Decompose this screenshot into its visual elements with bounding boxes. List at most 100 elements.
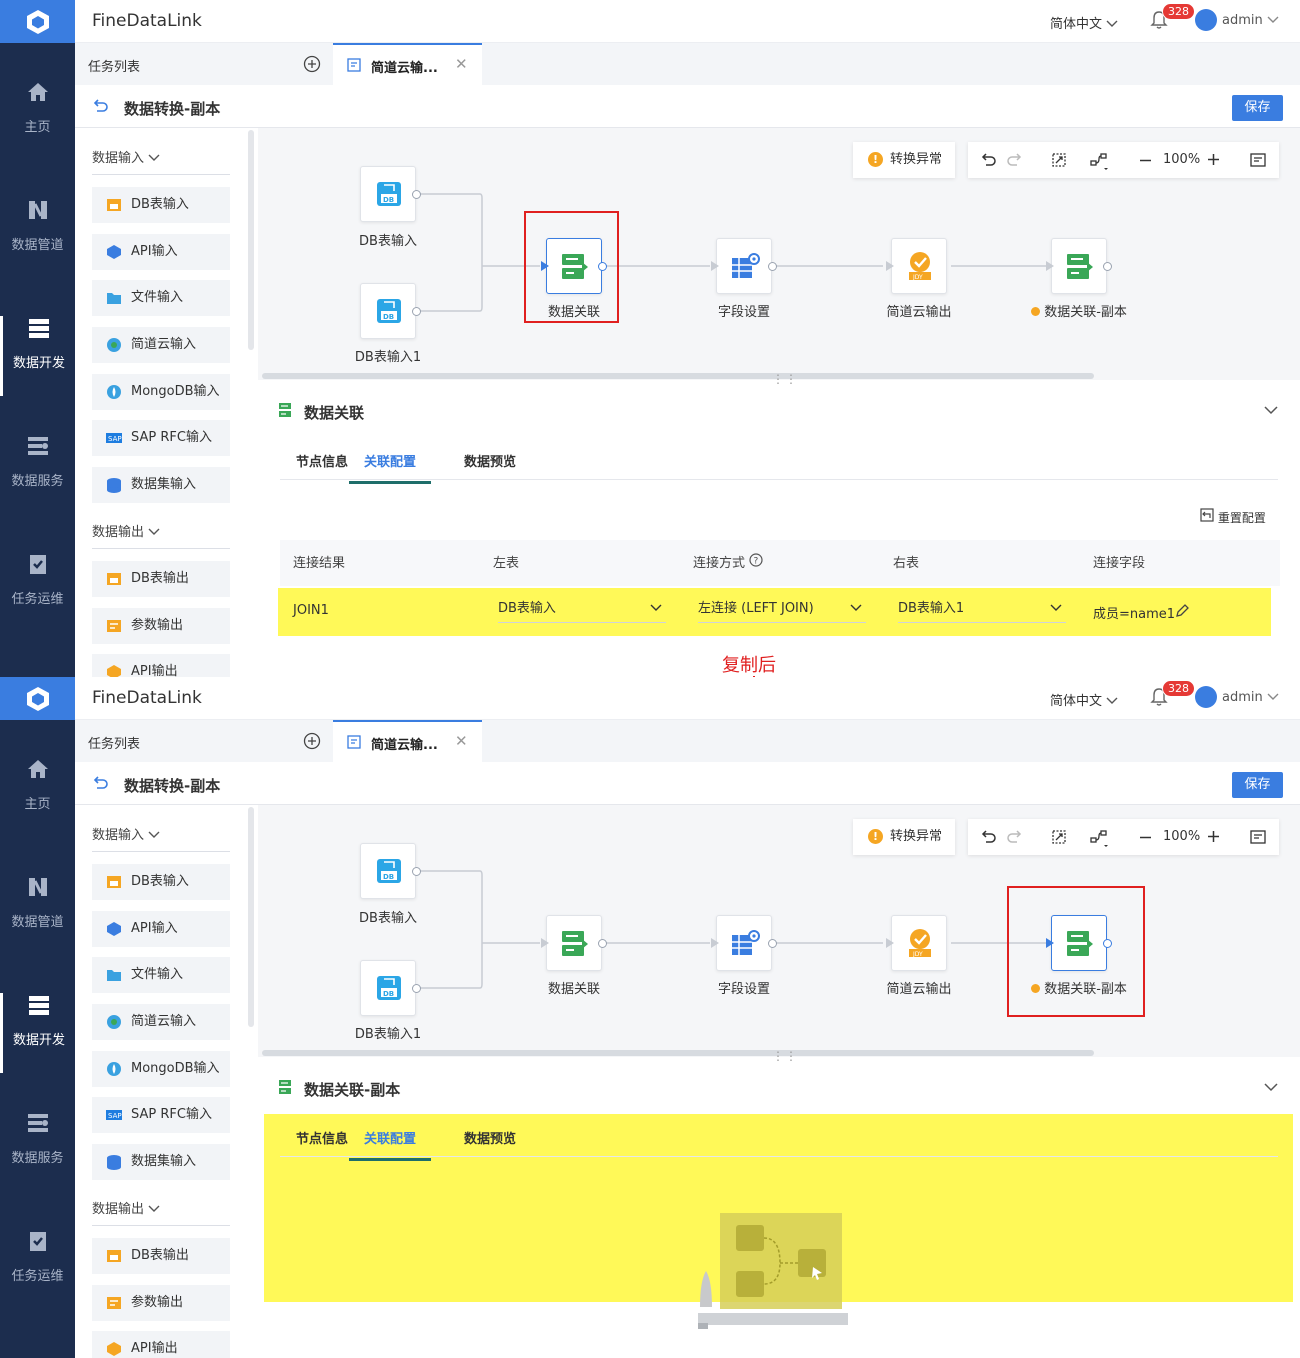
back-icon[interactable] bbox=[93, 775, 109, 791]
nav-item-pipeline[interactable]: 数据管道 bbox=[0, 198, 75, 278]
nav-item-dev[interactable]: 数据开发 bbox=[0, 993, 75, 1073]
comp-mongodb-input[interactable]: MongoDB输入 bbox=[92, 1051, 230, 1087]
node-field-setting[interactable] bbox=[711, 915, 777, 971]
resize-handle[interactable]: ⋮⋮ bbox=[772, 372, 798, 386]
node-jdy-output[interactable]: JDY bbox=[886, 915, 947, 971]
zoom-in-icon[interactable] bbox=[1207, 830, 1220, 843]
node-db-input-1[interactable]: DB bbox=[360, 960, 421, 1016]
chevron-down-icon[interactable] bbox=[1264, 406, 1278, 415]
right-table-select[interactable]: DB表输入1 bbox=[898, 595, 1066, 623]
back-icon[interactable] bbox=[93, 98, 109, 114]
help-icon[interactable]: ? bbox=[749, 553, 763, 567]
redo-icon[interactable] bbox=[1006, 829, 1022, 845]
node-db-input[interactable]: DB bbox=[360, 166, 421, 222]
output-port[interactable] bbox=[768, 939, 777, 948]
nav-item-home[interactable]: 主页 bbox=[0, 80, 75, 160]
sidebar-scrollbar[interactable] bbox=[248, 130, 254, 350]
undo-icon[interactable] bbox=[981, 829, 997, 845]
tab-join-config[interactable]: 关联配置 bbox=[349, 451, 432, 484]
logo[interactable] bbox=[0, 677, 75, 720]
tab-data-preview[interactable]: 数据预览 bbox=[464, 451, 516, 470]
nav-item-dev[interactable]: 数据开发 bbox=[0, 316, 75, 396]
comp-sap-input[interactable]: SAP SAP RFC输入 bbox=[92, 420, 230, 456]
nav-item-home[interactable]: 主页 bbox=[0, 757, 75, 837]
node-join[interactable] bbox=[541, 915, 607, 971]
avatar[interactable] bbox=[1195, 686, 1217, 708]
tab-data-preview[interactable]: 数据预览 bbox=[464, 1128, 516, 1147]
node-db-input[interactable]: DB bbox=[360, 843, 421, 899]
comp-mongodb-input[interactable]: MongoDB输入 bbox=[92, 374, 230, 410]
canvas-scrollbar[interactable] bbox=[262, 373, 1094, 379]
task-list-label[interactable]: 任务列表 bbox=[88, 733, 140, 752]
input-section-title[interactable]: 数据输入 bbox=[92, 824, 160, 843]
logo[interactable] bbox=[0, 0, 75, 43]
comp-param-output[interactable]: 参数输出 bbox=[92, 608, 230, 644]
nav-item-service[interactable]: 数据服务 bbox=[0, 434, 75, 514]
add-tab-icon[interactable] bbox=[303, 732, 321, 750]
comp-api-output[interactable]: API输出 bbox=[92, 654, 230, 677]
tab-join-config[interactable]: 关联配置 bbox=[349, 1128, 432, 1161]
node-field-setting[interactable] bbox=[711, 238, 777, 294]
close-icon[interactable]: ✕ bbox=[455, 55, 468, 73]
minimap-icon[interactable] bbox=[1250, 153, 1266, 167]
redo-icon[interactable] bbox=[1006, 152, 1022, 168]
avatar[interactable] bbox=[1195, 9, 1217, 31]
save-button[interactable]: 保存 bbox=[1232, 95, 1283, 121]
transform-warning-button[interactable]: ! 转换异常 bbox=[853, 142, 955, 178]
output-port[interactable] bbox=[1103, 262, 1112, 271]
language-select[interactable]: 简体中文 bbox=[1050, 690, 1118, 709]
layout-icon[interactable] bbox=[1090, 152, 1110, 172]
comp-db-input[interactable]: DB表输入 bbox=[92, 864, 230, 900]
tab-node-info[interactable]: 节点信息 bbox=[296, 1128, 348, 1147]
zoom-out-icon[interactable] bbox=[1139, 154, 1152, 167]
canvas-scrollbar[interactable] bbox=[262, 1050, 1094, 1056]
resize-handle[interactable]: ⋮⋮ bbox=[772, 1049, 798, 1063]
user-menu[interactable]: admin bbox=[1222, 13, 1279, 28]
comp-file-input[interactable]: 文件输入 bbox=[92, 957, 230, 993]
zoom-out-icon[interactable] bbox=[1139, 831, 1152, 844]
close-icon[interactable]: ✕ bbox=[455, 732, 468, 750]
output-port[interactable] bbox=[768, 262, 777, 271]
output-section-title[interactable]: 数据输出 bbox=[92, 521, 160, 540]
comp-file-input[interactable]: 文件输入 bbox=[92, 280, 230, 316]
chevron-down-icon[interactable] bbox=[1264, 1083, 1278, 1092]
comp-dataset-input[interactable]: 数据集输入 bbox=[92, 1144, 230, 1180]
input-section-title[interactable]: 数据输入 bbox=[92, 147, 160, 166]
node-join-copy[interactable] bbox=[1046, 238, 1112, 294]
comp-api-input[interactable]: API输入 bbox=[92, 911, 230, 947]
user-menu[interactable]: admin bbox=[1222, 690, 1279, 705]
comp-db-output[interactable]: DB表输出 bbox=[92, 1238, 230, 1274]
comp-param-output[interactable]: 参数输出 bbox=[92, 1285, 230, 1321]
output-port[interactable] bbox=[598, 939, 607, 948]
comp-jdy-input[interactable]: 简道云输入 bbox=[92, 327, 230, 363]
tab-active[interactable]: 简道云输... ✕ bbox=[333, 720, 482, 762]
layout-icon[interactable] bbox=[1090, 829, 1110, 849]
output-port[interactable] bbox=[412, 984, 421, 993]
left-table-select[interactable]: DB表输入 bbox=[498, 595, 666, 623]
join-method-select[interactable]: 左连接 (LEFT JOIN) bbox=[698, 595, 866, 623]
output-port[interactable] bbox=[412, 867, 421, 876]
nav-item-ops[interactable]: 任务运维 bbox=[0, 1229, 75, 1309]
comp-sap-input[interactable]: SAP SAP RFC输入 bbox=[92, 1097, 230, 1133]
nav-item-service[interactable]: 数据服务 bbox=[0, 1111, 75, 1191]
nav-item-ops[interactable]: 任务运维 bbox=[0, 552, 75, 632]
sidebar-scrollbar[interactable] bbox=[248, 807, 254, 1027]
minimap-icon[interactable] bbox=[1250, 830, 1266, 844]
task-list-label[interactable]: 任务列表 bbox=[88, 56, 140, 75]
add-tab-icon[interactable] bbox=[303, 55, 321, 73]
language-select[interactable]: 简体中文 bbox=[1050, 13, 1118, 32]
transform-warning-button[interactable]: ! 转换异常 bbox=[853, 819, 955, 855]
comp-db-output[interactable]: DB表输出 bbox=[92, 561, 230, 597]
comp-dataset-input[interactable]: 数据集输入 bbox=[92, 467, 230, 503]
reset-config-button[interactable]: 重置配置 bbox=[1200, 508, 1266, 526]
fit-view-icon[interactable] bbox=[1051, 829, 1067, 845]
undo-icon[interactable] bbox=[981, 152, 997, 168]
comp-api-output[interactable]: API输出 bbox=[92, 1331, 230, 1358]
tab-active[interactable]: 简道云输... ✕ bbox=[333, 43, 482, 85]
node-jdy-output[interactable]: JDY bbox=[886, 238, 947, 294]
output-port[interactable] bbox=[412, 307, 421, 316]
output-section-title[interactable]: 数据输出 bbox=[92, 1198, 160, 1217]
comp-db-input[interactable]: DB表输入 bbox=[92, 187, 230, 223]
comp-api-input[interactable]: API输入 bbox=[92, 234, 230, 270]
tab-node-info[interactable]: 节点信息 bbox=[296, 451, 348, 470]
